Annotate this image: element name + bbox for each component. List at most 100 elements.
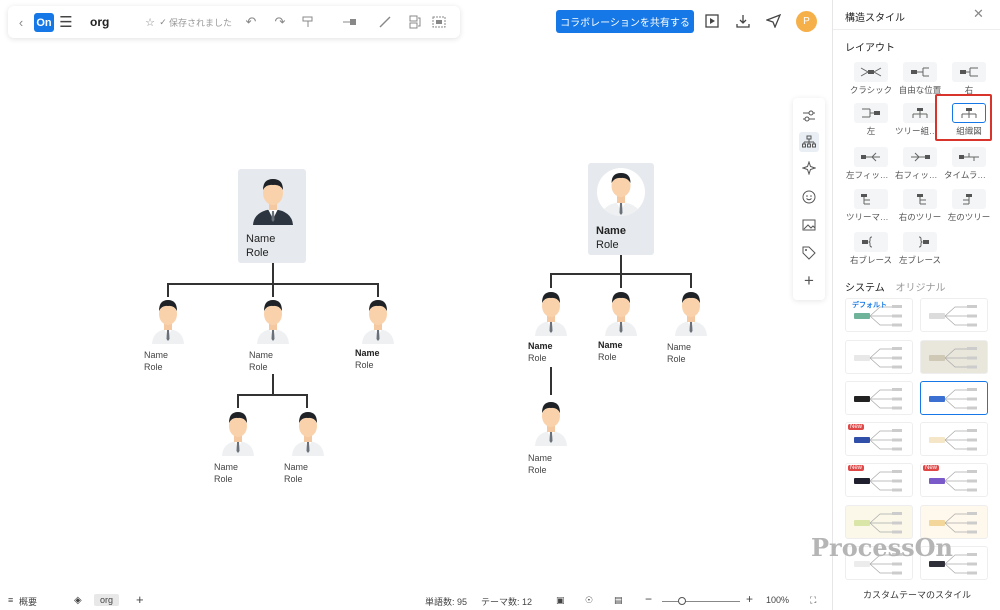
app-logo[interactable]: On bbox=[34, 13, 54, 32]
layout-option[interactable]: 左 bbox=[846, 103, 896, 141]
hamburger-icon[interactable]: ☰ bbox=[58, 6, 74, 38]
tag-icon[interactable] bbox=[799, 243, 819, 263]
send-icon[interactable] bbox=[765, 13, 781, 29]
boundary-icon[interactable] bbox=[430, 6, 448, 38]
theme-option[interactable] bbox=[845, 340, 913, 374]
node-role: Role bbox=[284, 474, 303, 484]
theme-option[interactable] bbox=[920, 298, 988, 332]
org-node[interactable]: Name Role bbox=[528, 290, 593, 365]
image-icon[interactable] bbox=[799, 215, 819, 235]
layout-option[interactable]: 左ブレース bbox=[895, 232, 945, 270]
org-node[interactable]: Name Role bbox=[284, 410, 350, 485]
user-avatar[interactable]: P bbox=[796, 11, 817, 32]
zoom-out-button[interactable]: − bbox=[645, 592, 652, 606]
format-painter-icon[interactable] bbox=[300, 6, 316, 38]
org-node[interactable]: Name Role bbox=[249, 298, 315, 373]
theme-option[interactable]: New bbox=[845, 463, 913, 497]
layout-option[interactable]: 右のツリー bbox=[895, 189, 945, 227]
add-icon[interactable]: + bbox=[799, 271, 819, 291]
layout-option[interactable]: クラシック bbox=[846, 62, 896, 100]
node-name: Name bbox=[528, 341, 553, 351]
emoji-icon[interactable] bbox=[799, 187, 819, 207]
layout-label: ツリーマップ bbox=[846, 212, 896, 222]
org-node[interactable]: Name Role bbox=[598, 290, 663, 365]
fullscreen-icon[interactable]: ⛶ bbox=[810, 595, 816, 606]
theme-option[interactable] bbox=[845, 381, 913, 415]
download-icon[interactable] bbox=[735, 13, 751, 29]
org-node[interactable]: Name Role bbox=[528, 400, 593, 475]
outline-button[interactable]: 概要 bbox=[19, 595, 37, 608]
theme-preview-icon bbox=[929, 429, 977, 451]
close-icon[interactable]: ✕ bbox=[973, 6, 984, 22]
layout-option[interactable]: タイムライン bbox=[944, 147, 994, 185]
layout-option[interactable]: 右フィッシュボーン bbox=[895, 147, 945, 185]
zoom-in-button[interactable]: + bbox=[746, 592, 753, 606]
org-node[interactable]: Name Role bbox=[667, 290, 733, 365]
structure-icon[interactable] bbox=[799, 132, 819, 152]
layers-icon[interactable]: ◈ bbox=[74, 595, 82, 606]
sparkle-style-icon[interactable] bbox=[799, 158, 819, 178]
theme-option[interactable] bbox=[920, 422, 988, 456]
chevron-left-icon[interactable]: ‹ bbox=[14, 6, 28, 38]
node-role: Role bbox=[214, 474, 233, 484]
node-name: Name bbox=[284, 462, 309, 472]
outline-icon[interactable]: ≡ bbox=[8, 595, 13, 605]
sheet-tab[interactable]: org bbox=[94, 594, 120, 606]
node-role: Role bbox=[528, 353, 547, 363]
redo-icon[interactable]: ↷ bbox=[272, 6, 288, 38]
new-badge: New bbox=[923, 465, 940, 471]
layout-option[interactable]: 右ブレース bbox=[846, 232, 896, 270]
select-icon[interactable]: ▣ bbox=[556, 595, 565, 606]
org-node[interactable]: Name Role bbox=[144, 298, 210, 373]
layout-label: 左のツリー bbox=[947, 212, 991, 222]
insert-topic-icon[interactable] bbox=[341, 6, 359, 38]
person-avatar-icon bbox=[152, 300, 184, 344]
layout-thumbnail-icon bbox=[854, 189, 888, 209]
layout-thumbnail-icon bbox=[854, 147, 888, 167]
theme-option[interactable]: New bbox=[920, 463, 988, 497]
zoom-slider-knob[interactable] bbox=[677, 597, 686, 605]
layout-option[interactable]: 左フィッシュボーン bbox=[846, 147, 896, 185]
layout-option[interactable]: 左のツリー bbox=[944, 189, 994, 227]
zoom-slider-track[interactable] bbox=[662, 601, 740, 602]
top-toolbar: ‹ On ☰ org ☆ ✓ 保存されました ↶ ↷ bbox=[8, 6, 460, 38]
document-name[interactable]: org bbox=[90, 15, 109, 29]
connector-line bbox=[272, 283, 274, 297]
theme-option[interactable]: New bbox=[845, 422, 913, 456]
mindmap-canvas[interactable]: ‹ On ☰ org ☆ ✓ 保存されました ↶ ↷ コラボレーションを共有する bbox=[0, 0, 832, 610]
custom-theme-button[interactable]: カスタムテーマのスタイル bbox=[844, 586, 990, 604]
theme-option[interactable]: デフォルト bbox=[845, 298, 913, 332]
theme-preview-icon bbox=[854, 347, 902, 369]
node-name: Name bbox=[249, 350, 274, 360]
summary-icon[interactable] bbox=[406, 6, 424, 38]
connector-line bbox=[272, 263, 274, 283]
side-toolbar: + bbox=[793, 98, 825, 300]
layout-thumbnail-icon bbox=[952, 147, 986, 167]
undo-icon[interactable]: ↶ bbox=[243, 6, 259, 38]
layout-thumbnail-icon bbox=[903, 103, 937, 123]
sliders-icon[interactable] bbox=[799, 106, 819, 126]
add-sheet-icon[interactable]: + bbox=[136, 592, 144, 607]
layout-option[interactable]: ツリーマップ bbox=[846, 189, 896, 227]
tab-system[interactable]: システム bbox=[845, 283, 885, 294]
relationship-icon[interactable] bbox=[376, 6, 394, 38]
present-icon[interactable] bbox=[704, 13, 720, 29]
map-icon[interactable]: ▤ bbox=[614, 595, 623, 606]
locate-icon[interactable]: ☉ bbox=[585, 595, 593, 606]
layout-thumbnail-icon bbox=[854, 232, 888, 252]
org-root-node-2[interactable]: Name Role bbox=[588, 163, 654, 255]
connector-line bbox=[620, 273, 622, 288]
node-role: Role bbox=[249, 362, 268, 372]
layout-thumbnail-icon bbox=[854, 103, 888, 123]
star-icon[interactable]: ☆ bbox=[143, 6, 157, 38]
org-node[interactable]: Name Role bbox=[214, 410, 280, 485]
share-collaboration-button[interactable]: コラボレーションを共有する bbox=[556, 10, 694, 33]
theme-option[interactable] bbox=[920, 340, 988, 374]
theme-option[interactable] bbox=[920, 381, 988, 415]
org-node[interactable]: Name Role bbox=[355, 298, 420, 373]
connector-line bbox=[620, 255, 622, 274]
tab-original[interactable]: オリジナル bbox=[895, 283, 945, 294]
layout-thumbnail-icon bbox=[903, 147, 937, 167]
connector-line bbox=[237, 394, 239, 408]
org-root-node-1[interactable]: Name Role bbox=[238, 169, 306, 263]
